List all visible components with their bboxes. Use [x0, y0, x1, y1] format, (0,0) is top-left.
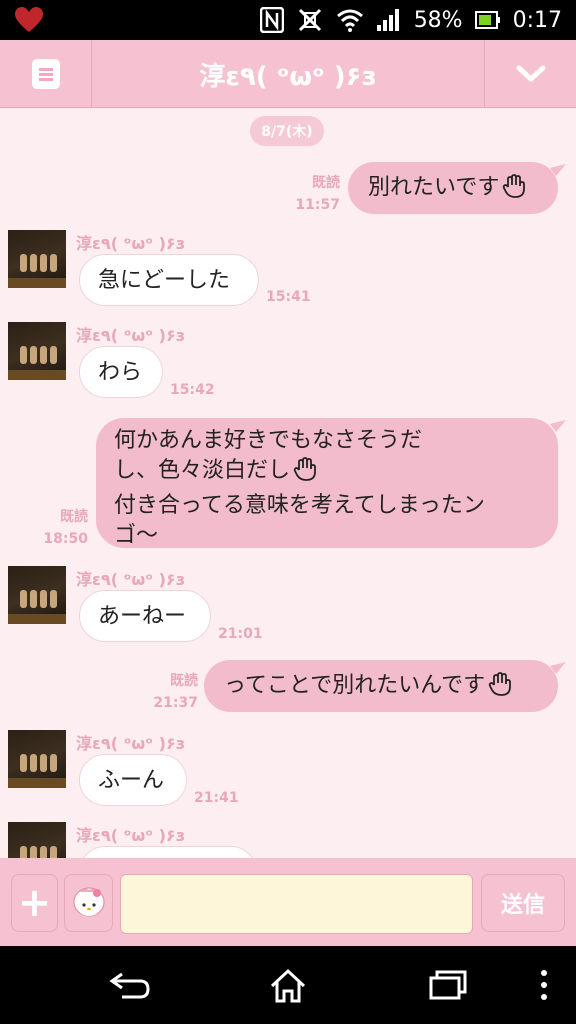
avatar[interactable]: [8, 822, 66, 858]
chat-title: 淳ε٩( ᵒωᵒ )۶з: [199, 61, 377, 92]
avatar[interactable]: [8, 322, 66, 380]
sender-name: 淳ε٩( ᵒωᵒ )۶з: [76, 734, 186, 753]
read-receipt: 既読: [170, 673, 198, 689]
message-text: ってことで別れたいんです: [224, 673, 486, 698]
sticker-button[interactable]: [64, 874, 113, 932]
message-bubble-incoming[interactable]: 急にどーした: [79, 254, 259, 306]
message-bubble-incoming[interactable]: あーねー: [79, 590, 211, 642]
home-button[interactable]: [268, 968, 308, 1008]
chevron-down-icon: [516, 65, 545, 82]
message-time: 11:57: [295, 197, 340, 213]
message-time: 21:37: [153, 695, 198, 711]
message-text: ふーん: [98, 768, 165, 793]
message-text: あーねー: [98, 604, 187, 629]
sender-name: 淳ε٩( ᵒωᵒ )۶з: [76, 234, 186, 253]
chat-header: 淳ε٩( ᵒωᵒ )۶з: [0, 40, 576, 108]
message-text: わら: [98, 360, 143, 385]
message-line: 何かあんま好きでもなさそうだ: [114, 428, 423, 453]
expand-button[interactable]: [484, 40, 576, 108]
raised-hand-emoji: [292, 456, 318, 491]
message-bubble-outgoing[interactable]: 何かあんま好きでもなさそうだ し、色々淡白だし 付き合ってる意味を考えてしまった…: [96, 418, 558, 548]
more-button[interactable]: [538, 968, 550, 1006]
send-button[interactable]: 送信: [481, 874, 565, 932]
status-bar: 58% 0:17: [0, 0, 576, 40]
bubble-tail: [550, 164, 566, 176]
message-meta: 既読 18:50: [30, 506, 88, 550]
message-meta: 既読 11:57: [280, 172, 340, 216]
menu-icon: [31, 59, 60, 89]
message-bubble-outgoing[interactable]: 別れたいです: [348, 162, 558, 214]
bubble-tail: [550, 420, 566, 432]
message-text: 別れたいです: [368, 175, 500, 200]
input-bar: + 送信: [0, 858, 576, 946]
message-line: し、色々淡白だし: [114, 456, 548, 491]
recents-button[interactable]: [428, 968, 468, 1006]
message-time: 21:41: [194, 790, 239, 806]
bubble-tail: [550, 662, 566, 674]
raised-hand-emoji: [501, 173, 527, 208]
raised-hand-emoji: [487, 671, 513, 706]
vibrate-icon: [296, 7, 324, 33]
heart-icon: [14, 6, 44, 38]
message-line: ゴ〜: [114, 523, 159, 548]
wifi-icon: [336, 8, 364, 32]
home-icon: [270, 968, 306, 1003]
message-time: 18:50: [43, 531, 88, 547]
message-meta: 既読 21:37: [138, 670, 198, 714]
nfc-icon: [259, 7, 284, 33]
battery-icon: [474, 10, 501, 30]
message-text: 急にどーした: [98, 268, 231, 293]
back-icon: [109, 972, 150, 999]
message-bubble-incoming[interactable]: ふーん: [79, 754, 187, 806]
recents-icon: [429, 970, 467, 1000]
avatar[interactable]: [8, 230, 66, 288]
message-bubble-outgoing[interactable]: ってことで別れたいんです: [204, 660, 558, 712]
message-time: 15:41: [266, 289, 311, 305]
date-separator: 8/7(木): [250, 116, 324, 146]
plus-icon: +: [17, 880, 52, 926]
menu-button[interactable]: [0, 40, 92, 108]
avatar[interactable]: [8, 566, 66, 624]
message-time: 21:01: [218, 626, 263, 642]
sender-name: 淳ε٩( ᵒωᵒ )۶з: [76, 826, 186, 845]
message-time: 15:42: [170, 382, 215, 398]
signal-icon: [376, 8, 402, 32]
clock: 0:17: [512, 7, 562, 33]
more-icon: [541, 970, 547, 1000]
sender-name: 淳ε٩( ᵒωᵒ )۶з: [76, 326, 186, 345]
battery-percent: 58%: [413, 7, 463, 33]
message-bubble-incoming[interactable]: わら: [79, 346, 163, 398]
my-melody-icon: [73, 887, 104, 917]
chat-area[interactable]: 8/7(木) 既読 11:57 別れたいです 淳ε٩( ᵒωᵒ )۶з 急にどー…: [0, 108, 576, 858]
read-receipt: 既読: [60, 509, 88, 525]
navigation-bar: [0, 946, 576, 1024]
back-button[interactable]: [108, 968, 152, 1006]
message-bubble-incoming[interactable]: [79, 846, 257, 858]
sender-name: 淳ε٩( ᵒωᵒ )۶з: [76, 570, 186, 589]
plus-button[interactable]: +: [11, 874, 58, 932]
message-line: 付き合ってる意味を考えてしまったン: [114, 493, 485, 518]
read-receipt: 既読: [312, 175, 340, 191]
avatar[interactable]: [8, 730, 66, 788]
message-input[interactable]: [120, 874, 473, 934]
